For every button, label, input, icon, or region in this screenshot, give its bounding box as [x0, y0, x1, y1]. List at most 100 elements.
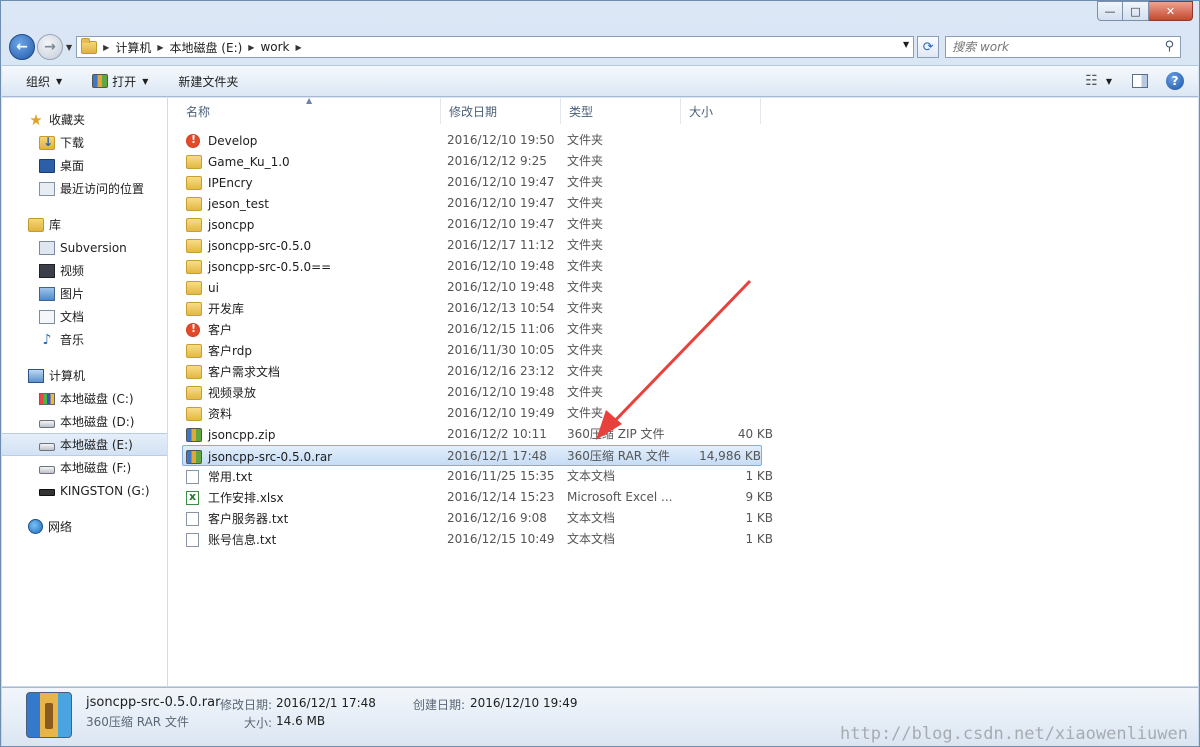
- nav-subversion[interactable]: Subversion: [2, 236, 167, 259]
- maximize-button[interactable]: □: [1123, 1, 1149, 21]
- detail-filename: jsoncpp-src-0.5.0.rar: [86, 695, 221, 710]
- recent-pages-dropdown[interactable]: ▼: [66, 43, 72, 52]
- nav-drive-g[interactable]: KINGSTON (G:): [2, 479, 167, 502]
- column-header-type[interactable]: 类型: [561, 98, 681, 124]
- chevron-down-icon[interactable]: ▼: [1106, 77, 1112, 86]
- file-row[interactable]: Game_Ku_1.0 2016/12/12 9:25 文件夹: [178, 151, 778, 172]
- nav-videos[interactable]: 视频: [2, 259, 167, 282]
- nav-recent[interactable]: 最近访问的位置: [2, 177, 167, 200]
- file-name-cell: 账号信息.txt: [186, 529, 276, 550]
- column-header-name[interactable]: ▲ 名称: [178, 96, 441, 124]
- file-row[interactable]: 开发库 2016/12/13 10:54 文件夹: [178, 298, 778, 319]
- search-input[interactable]: [952, 40, 1153, 54]
- file-date: 2016/12/12 9:25: [447, 154, 547, 168]
- nav-label: 下载: [60, 136, 85, 150]
- file-row[interactable]: 工作安排.xlsx 2016/12/14 15:23 Microsoft Excel…: [178, 487, 778, 508]
- view-options-icon[interactable]: ☷: [1085, 73, 1098, 89]
- file-row[interactable]: jeson_test 2016/12/10 19:47 文件夹: [178, 193, 778, 214]
- breadcrumb-drive-e[interactable]: 本地磁盘 (E:): [169, 39, 242, 56]
- address-row: ← → ▼ ▶ 计算机 ▶ 本地磁盘 (E:) ▶ work ▶ ▼ ⟳ ⚲: [9, 32, 1193, 62]
- column-label: 大小: [689, 104, 714, 119]
- nav-downloads[interactable]: 下载: [2, 131, 167, 154]
- column-header-date[interactable]: 修改日期: [441, 98, 561, 124]
- file-row[interactable]: Develop 2016/12/10 19:50 文件夹: [178, 130, 778, 151]
- file-row[interactable]: jsoncpp-src-0.5.0.rar 2016/12/1 17:48 360压…: [182, 445, 762, 466]
- file-type: 文件夹: [567, 196, 604, 210]
- nav-desktop[interactable]: 桌面: [2, 154, 167, 177]
- folder-icon: [186, 238, 202, 253]
- help-icon[interactable]: ?: [1166, 72, 1184, 90]
- nav-network[interactable]: 网络: [2, 515, 167, 538]
- refresh-button[interactable]: ⟳: [917, 36, 940, 58]
- chevron-right-icon[interactable]: ▶: [248, 43, 254, 52]
- address-bar[interactable]: ▶ 计算机 ▶ 本地磁盘 (E:) ▶ work ▶ ▼: [76, 36, 915, 58]
- column-label: 名称: [186, 104, 211, 119]
- file-row[interactable]: jsoncpp-src-0.5.0== 2016/12/10 19:48 文件夹: [178, 256, 778, 277]
- nav-pictures[interactable]: 图片: [2, 282, 167, 305]
- chevron-right-icon[interactable]: ▶: [296, 43, 302, 52]
- file-list[interactable]: ▲ 名称 修改日期 类型 大小 Develop 2016/12/10 19:50 文…: [178, 96, 1198, 686]
- file-row[interactable]: 客户服务器.txt 2016/12/16 9:08 文本文档 1 KB: [178, 508, 778, 529]
- nav-favorites[interactable]: ★ 收藏夹: [2, 108, 167, 131]
- file-row[interactable]: 客户需求文档 2016/12/16 23:12 文件夹: [178, 361, 778, 382]
- file-row[interactable]: 客户 2016/12/15 11:06 文件夹: [178, 319, 778, 340]
- nav-drive-e[interactable]: 本地磁盘 (E:): [2, 433, 167, 456]
- nav-documents[interactable]: 文档: [2, 305, 167, 328]
- nav-libraries[interactable]: 库: [2, 213, 167, 236]
- breadcrumb-computer[interactable]: 计算机: [115, 39, 151, 56]
- nav-computer[interactable]: 计算机: [2, 364, 167, 387]
- file-size: [683, 340, 773, 361]
- forward-button[interactable]: →: [37, 34, 63, 60]
- file-date: 2016/12/15 10:49: [447, 532, 555, 546]
- column-header-size[interactable]: 大小: [681, 98, 761, 124]
- open-button[interactable]: 打开 ▼: [92, 73, 148, 90]
- picture-icon: [39, 286, 55, 301]
- file-name: jsoncpp.zip: [208, 427, 276, 442]
- navigation-pane[interactable]: ★ 收藏夹 下载 桌面 最近访问的位置 库 Subversion 视频 图片 文档…: [2, 98, 168, 686]
- file-row[interactable]: 资料 2016/12/10 19:49 文件夹: [178, 403, 778, 424]
- folder-icon: [186, 406, 202, 421]
- file-row[interactable]: 账号信息.txt 2016/12/15 10:49 文本文档 1 KB: [178, 529, 778, 550]
- file-row[interactable]: IPEncry 2016/12/10 19:47 文件夹: [178, 172, 778, 193]
- explorer-window: — □ ✕ ← → ▼ ▶ 计算机 ▶ 本地磁盘 (E:) ▶ work ▶ ▼…: [0, 0, 1200, 747]
- chevron-down-icon[interactable]: ▼: [903, 40, 909, 49]
- file-type: 360压缩 ZIP 文件: [567, 427, 665, 441]
- chevron-right-icon[interactable]: ▶: [157, 43, 163, 52]
- desktop-icon: [39, 158, 55, 173]
- search-icon[interactable]: ⚲: [1165, 39, 1175, 54]
- file-date: 2016/12/10 19:48: [447, 259, 555, 273]
- close-button[interactable]: ✕: [1149, 1, 1193, 21]
- file-date: 2016/12/16 9:08: [447, 511, 547, 525]
- file-row[interactable]: 常用.txt 2016/11/25 15:35 文本文档 1 KB: [178, 466, 778, 487]
- file-name: ui: [208, 280, 219, 295]
- nav-label: 本地磁盘 (C:): [60, 392, 134, 406]
- nav-drive-c[interactable]: 本地磁盘 (C:): [2, 387, 167, 410]
- organize-button[interactable]: 组织 ▼: [26, 73, 62, 90]
- nav-label: 图片: [60, 287, 85, 301]
- drive-icon: [39, 442, 55, 451]
- back-button[interactable]: ←: [9, 34, 35, 60]
- preview-pane-icon[interactable]: [1132, 74, 1148, 88]
- nav-drive-f[interactable]: 本地磁盘 (F:): [2, 456, 167, 479]
- new-folder-button[interactable]: 新建文件夹: [178, 73, 238, 90]
- file-name: 客户需求文档: [208, 365, 281, 379]
- file-row[interactable]: jsoncpp.zip 2016/12/2 10:11 360压缩 ZIP 文件 40…: [178, 424, 778, 445]
- file-row[interactable]: jsoncpp 2016/12/10 19:47 文件夹: [178, 214, 778, 235]
- file-row[interactable]: ui 2016/12/10 19:48 文件夹: [178, 277, 778, 298]
- file-row[interactable]: jsoncpp-src-0.5.0 2016/12/17 11:12 文件夹: [178, 235, 778, 256]
- file-size: [683, 130, 773, 151]
- nav-drive-d[interactable]: 本地磁盘 (D:): [2, 410, 167, 433]
- nav-music[interactable]: ♪ 音乐: [2, 328, 167, 351]
- file-row[interactable]: 视频录放 2016/12/10 19:48 文件夹: [178, 382, 778, 403]
- chevron-right-icon[interactable]: ▶: [103, 43, 109, 52]
- column-label: 类型: [569, 104, 594, 119]
- minimize-button[interactable]: —: [1097, 1, 1123, 21]
- music-icon: ♪: [42, 331, 52, 348]
- file-name: 客户服务器.txt: [208, 512, 289, 526]
- file-type: 文件夹: [567, 133, 604, 147]
- breadcrumb-work[interactable]: work: [260, 40, 289, 54]
- file-name-cell: 资料: [186, 403, 232, 424]
- file-row[interactable]: 客户rdp 2016/11/30 10:05 文件夹: [178, 340, 778, 361]
- search-box[interactable]: ⚲: [945, 36, 1182, 58]
- view-controls: ☷ ▼ ?: [1085, 72, 1184, 90]
